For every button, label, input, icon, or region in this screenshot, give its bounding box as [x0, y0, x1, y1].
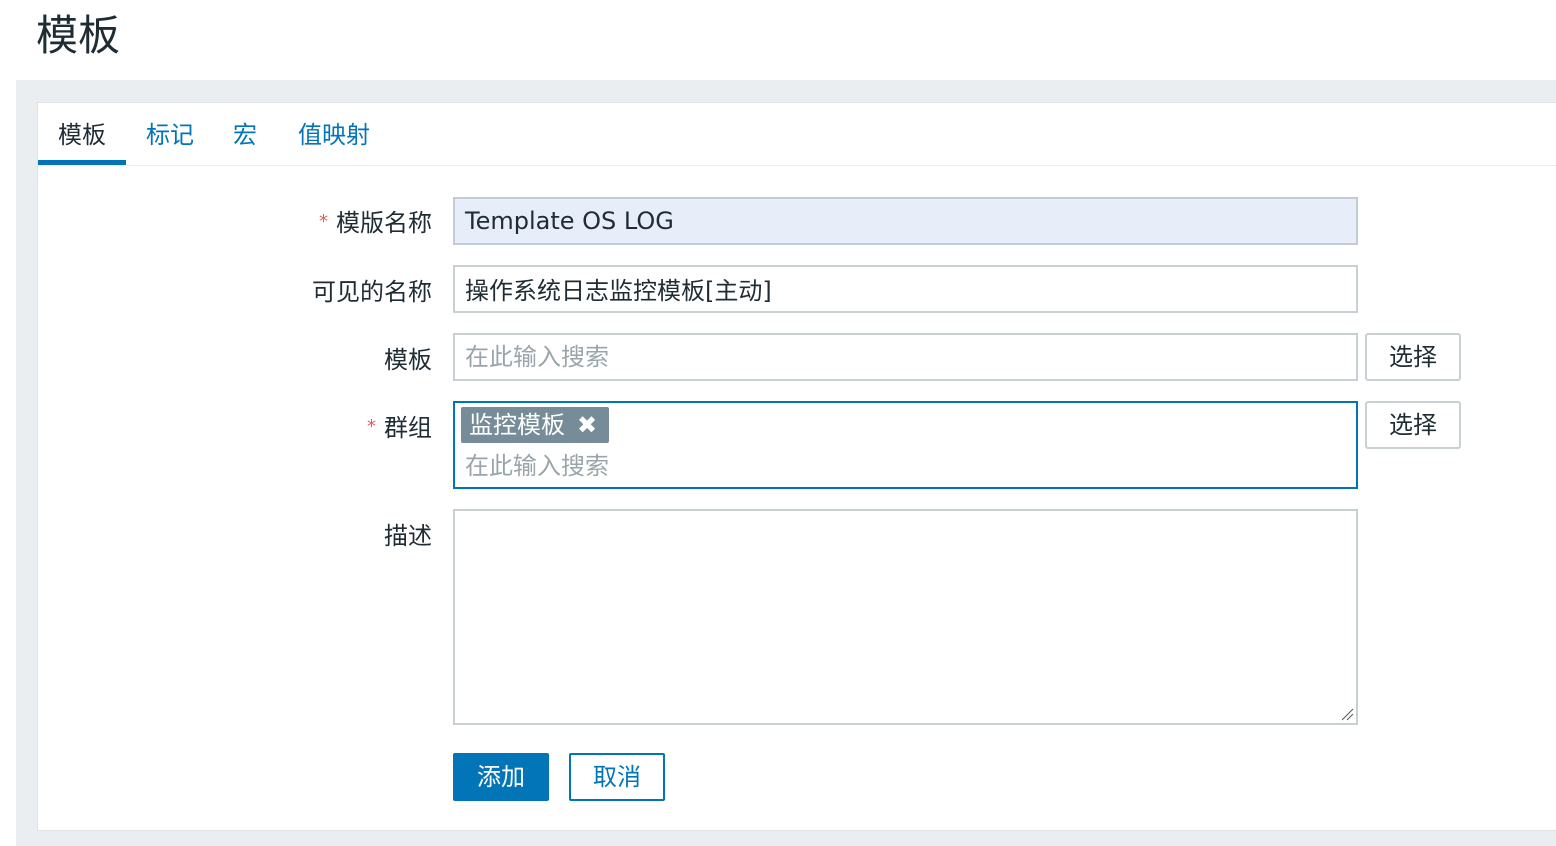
tab-template[interactable]: 模板 — [38, 117, 126, 157]
active-tab-indicator — [38, 160, 126, 165]
cancel-button[interactable]: 取消 — [569, 753, 665, 801]
tab-macros[interactable]: 宏 — [228, 117, 262, 157]
templates-search-input[interactable]: 在此输入搜索 — [453, 333, 1358, 381]
tab-bar: 模板 标记 宏 值映射 — [38, 103, 1556, 166]
remove-chip-icon[interactable]: ✖ — [577, 411, 597, 439]
required-mark: * — [319, 211, 328, 232]
groups-multiselect[interactable]: 监控模板 ✖ 在此输入搜索 — [453, 401, 1358, 489]
groups-label: * 群组 — [367, 414, 432, 442]
resize-handle-icon[interactable] — [1340, 707, 1354, 721]
group-chip-label: 监控模板 — [469, 411, 565, 439]
add-button[interactable]: 添加 — [453, 753, 549, 801]
templates-label: 模板 — [384, 346, 432, 374]
groups-select-button[interactable]: 选择 — [1365, 401, 1461, 449]
templates-select-button[interactable]: 选择 — [1365, 333, 1461, 381]
tab-value-mapping[interactable]: 值映射 — [294, 117, 374, 157]
form-panel: 模板 标记 宏 值映射 * 模版名称 Template OS LOG 可见的名称 … — [37, 102, 1556, 831]
tab-tags[interactable]: 标记 — [138, 117, 202, 157]
visible-name-input[interactable]: 操作系统日志监控模板[主动] — [453, 265, 1358, 313]
group-chip: 监控模板 ✖ — [461, 407, 610, 443]
template-name-input[interactable]: Template OS LOG — [453, 197, 1358, 245]
description-textarea[interactable] — [453, 509, 1358, 725]
groups-placeholder[interactable]: 在此输入搜索 — [465, 447, 609, 485]
template-name-label: * 模版名称 — [319, 209, 432, 237]
page-title: 模板 — [36, 11, 121, 60]
required-mark: * — [367, 416, 376, 437]
template-name-value: Template OS LOG — [465, 207, 674, 235]
visible-name-label: 可见的名称 — [312, 278, 432, 306]
visible-name-value: 操作系统日志监控模板[主动] — [465, 277, 772, 305]
description-label: 描述 — [384, 522, 432, 550]
templates-placeholder: 在此输入搜索 — [465, 343, 609, 371]
